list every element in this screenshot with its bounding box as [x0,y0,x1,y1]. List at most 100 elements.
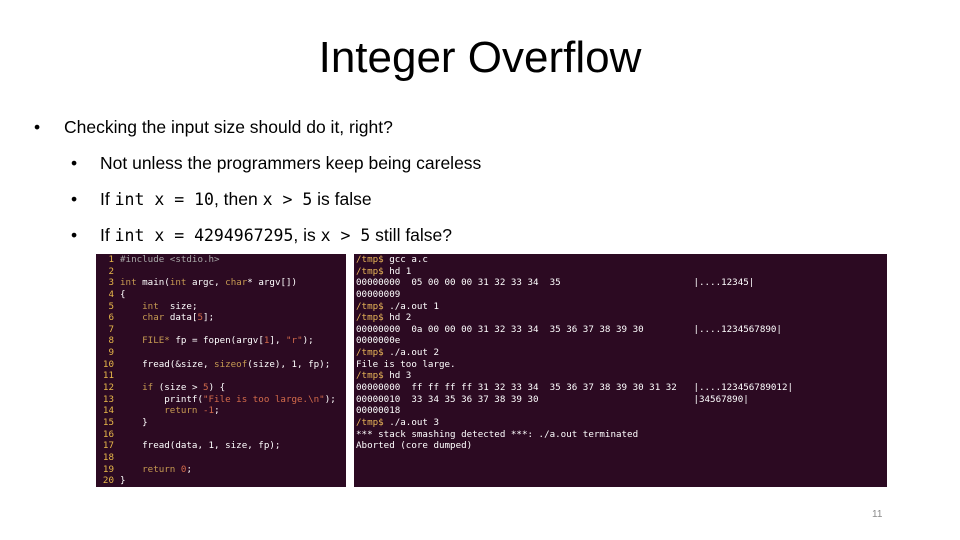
bullet-dot-icon: • [71,225,78,245]
code-line: 2 [96,266,346,278]
hex-ascii: |....123456789012| [693,382,794,394]
code-token: sizeof [214,358,248,370]
hex-ascii: |....12345| [693,277,755,289]
terminal-command-line: /tmp$ ./a.out 1 [354,301,887,313]
code-token: ); [324,393,336,405]
code-line: 11 [96,370,346,382]
shell-command: ./a.out 1 [389,300,439,312]
shell-command: ./a.out 3 [389,416,439,428]
hex-offset: 00000009 [356,288,401,300]
shell-prompt: /tmp$ [356,265,390,277]
code-line: 6 char data[5]; [96,312,346,324]
line-number: 15 [102,416,114,428]
code-token: printf( [120,393,203,405]
code-token: char [225,277,248,289]
code-token: { [120,288,126,300]
inline-code: int x = 4294967295 [114,226,294,245]
bullet-text-part: is false [312,189,372,209]
terminal-command-line: /tmp$ gcc a.c [354,254,887,266]
code-token: fread(data, 1, size, fp); [120,440,281,452]
hexdump-line: 00000000 0a 00 00 00 31 32 33 34 35 36 3… [354,324,887,336]
inline-code: int x = 10 [114,190,214,209]
code-line: 10 fread(&size, sizeof(size), 1, fp); [96,359,346,371]
shell-prompt: /tmp$ [356,254,390,265]
slide-title: Integer Overflow [318,33,642,82]
terminal-output-line: File is too large. [356,358,456,370]
hex-ascii: |34567890| [693,393,749,405]
hexdump-line: 0000000e [354,335,887,347]
shell-command: hd 1 [389,265,412,277]
code-line: 7 [96,324,346,336]
code-line: 14 return -1; [96,405,346,417]
bullet-text-part: If [100,225,115,245]
line-number: 10 [102,358,114,370]
bullet-text-part: Not unless the programmers keep being ca… [100,153,482,173]
line-number: 17 [102,440,114,452]
shell-command: gcc a.c [389,254,428,265]
bullet-text: Not unless the programmers keep being ca… [100,151,481,175]
code-token: ) { [208,382,226,394]
shell-command: hd 2 [389,312,412,324]
line-number: 14 [102,405,114,417]
hexdump-line: 00000000 05 00 00 00 31 32 33 34 35 |...… [354,277,887,289]
code-token: } [120,475,126,487]
line-number: 8 [108,335,114,347]
code-token: data[ [164,312,198,324]
code-token: int [120,277,137,289]
shell-prompt: /tmp$ [356,370,390,382]
code-token: return [164,405,198,417]
bullet-text-part: Checking the input size should do it, ri… [64,117,393,137]
code-token: FILE* [142,335,170,347]
hex-bytes: 0a 00 00 00 31 32 33 34 35 36 37 38 39 3… [400,323,694,335]
source-code-screenshot: 1 #include <stdio.h> 2 3 int main(int argc, … [96,254,346,487]
hex-offset: 0000000e [356,335,401,347]
hex-bytes: ff ff ff ff 31 32 33 34 35 36 37 38 39 3… [400,382,694,394]
hex-offset: 00000018 [356,405,401,417]
code-line: 15 } [96,417,346,429]
code-line: 17 fread(data, 1, size, fp); [96,440,346,452]
shell-prompt: /tmp$ [356,300,390,312]
terminal-command-line: /tmp$ hd 2 [354,312,887,324]
code-line: 12 if (size > 5) { [96,382,346,394]
line-number: 12 [102,382,114,394]
inline-code: x > 5 [320,226,371,245]
hex-offset: 00000000 [356,277,401,289]
line-number: 18 [102,451,114,463]
code-token: (size > [153,382,204,394]
line-number: 1 [108,254,114,265]
hex-offset: 00000000 [356,323,401,335]
code-token: ; [186,463,192,475]
bullet-text: If int x = 4294967295, is x > 5 still fa… [100,223,452,248]
shell-prompt: /tmp$ [356,312,390,324]
hexdump-line: 00000009 [354,289,887,301]
bullet-text-part: still false? [370,225,453,245]
line-number: 2 [108,265,114,277]
hex-bytes: 05 00 00 00 31 32 33 34 35 [400,277,694,289]
line-number: 11 [102,370,114,382]
hexdump-line: 00000018 [354,405,887,417]
bullet-text-part: If [100,189,115,209]
code-token: ); [302,335,314,347]
bullet-text: If int x = 10, then x > 5 is false [100,187,372,212]
terminal-command-line: /tmp$ ./a.out 3 [354,417,887,429]
code-token: "File is too large.\n" [202,393,325,405]
bullet-text-part: , then [213,189,263,209]
shell-command: ./a.out 2 [389,347,439,359]
code-token: main( [136,277,170,289]
code-line: 20} [96,475,346,487]
line-number: 6 [108,312,114,324]
line-number: 4 [108,288,114,300]
bullet-dot-icon: • [34,117,41,137]
line-number: 7 [108,323,114,335]
shell-prompt: /tmp$ [356,416,390,428]
line-number: 20 [102,475,114,487]
inline-code: x > 5 [262,190,313,209]
bullet-dot-icon: • [71,189,78,209]
code-line: 1 #include <stdio.h> [96,254,346,266]
code-token: #include <stdio.h> [120,254,220,265]
